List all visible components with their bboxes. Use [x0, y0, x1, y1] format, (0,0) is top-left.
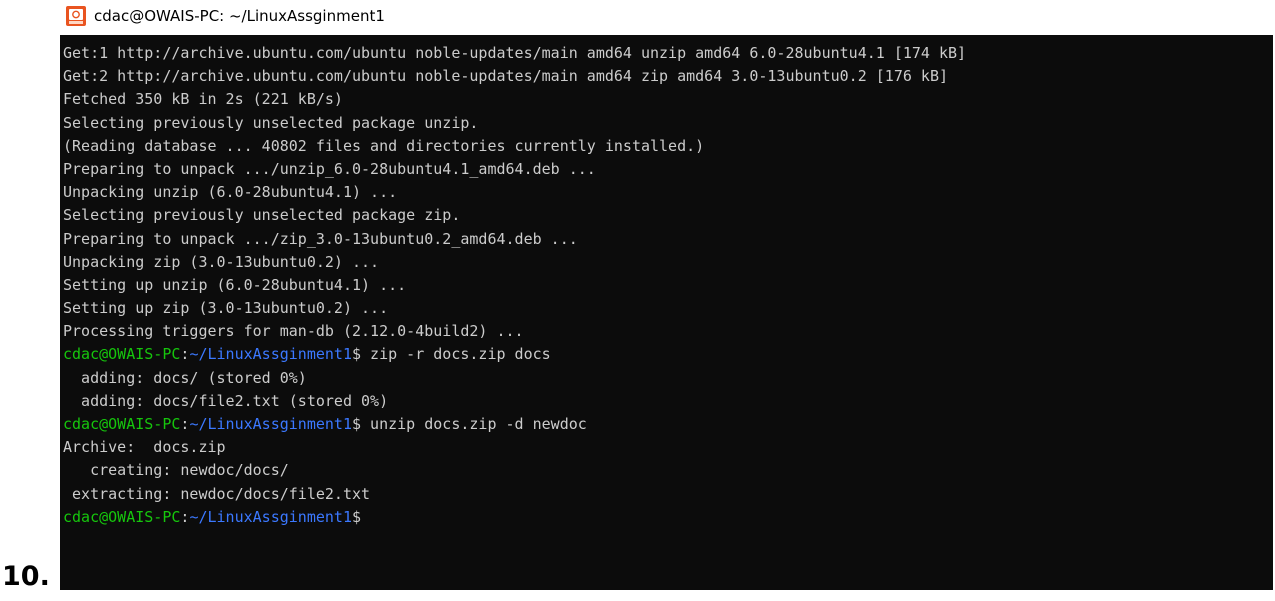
terminal-output-line: adding: docs/ (stored 0%) — [63, 368, 307, 387]
terminal-output-line: Archive: docs.zip — [63, 438, 226, 457]
terminal-output-line: Selecting previously unselected package … — [63, 206, 461, 225]
terminal-output-line: (Reading database ... 40802 files and di… — [63, 136, 705, 155]
prompt-symbol: $ — [352, 415, 362, 433]
terminal-output-line: Preparing to unpack .../unzip_6.0-28ubun… — [63, 159, 596, 178]
command-text: unzip docs.zip -d newdoc — [361, 415, 587, 433]
command-line: cdac@OWAIS-PC:~/LinuxAssginment1$ unzip … — [63, 413, 1273, 436]
prompt-user-host: cdac@OWAIS-PC — [63, 507, 181, 526]
prompt-symbol: $ — [352, 345, 362, 364]
terminal-cursor — [361, 507, 362, 522]
terminal-output-line: Get:1 http://archive.ubuntu.com/ubuntu n… — [63, 44, 967, 62]
terminal-output-line: adding: docs/file2.txt (stored 0%) — [63, 391, 389, 410]
step-number: 10. — [2, 561, 50, 592]
terminal-output-line: Setting up unzip (6.0-28ubuntu4.1) ... — [63, 275, 407, 294]
terminal-output-line: Unpacking unzip (6.0-28ubuntu4.1) ... — [63, 183, 398, 202]
command-text: zip -r docs.zip docs — [361, 345, 551, 364]
terminal-screen[interactable]: Get:1 http://archive.ubuntu.com/ubuntu n… — [60, 35, 1273, 590]
prompt-path: ~/LinuxAssginment1 — [189, 507, 352, 526]
prompt-symbol: $ — [352, 507, 362, 526]
prompt-path: ~/LinuxAssginment1 — [189, 415, 352, 433]
active-prompt-line[interactable]: cdac@OWAIS-PC:~/LinuxAssginment1$ — [63, 506, 1273, 529]
terminal-output-line: Selecting previously unselected package … — [63, 113, 479, 132]
window-title: cdac@OWAIS-PC: ~/LinuxAssginment1 — [94, 7, 385, 25]
prompt-path: ~/LinuxAssginment1 — [189, 345, 352, 364]
ubuntu-terminal-icon — [66, 6, 86, 26]
terminal-output-line: Preparing to unpack .../zip_3.0-13ubuntu… — [63, 229, 578, 248]
prompt-user-host: cdac@OWAIS-PC — [63, 415, 181, 433]
terminal-output-line: extracting: newdoc/docs/file2.txt — [63, 484, 371, 503]
terminal-output-line: Get:2 http://archive.ubuntu.com/ubuntu n… — [63, 67, 949, 86]
terminal-output-line: Setting up zip (3.0-13ubuntu0.2) ... — [63, 299, 389, 318]
prompt-user-host: cdac@OWAIS-PC — [63, 345, 181, 364]
terminal-output-line: Processing triggers for man-db (2.12.0-4… — [63, 322, 524, 341]
terminal-output-line: Fetched 350 kB in 2s (221 kB/s) — [63, 90, 343, 109]
window-titlebar[interactable]: cdac@OWAIS-PC: ~/LinuxAssginment1 — [60, 0, 1275, 32]
command-line: cdac@OWAIS-PC:~/LinuxAssginment1$ zip -r… — [63, 343, 1273, 366]
terminal-output-line: Unpacking zip (3.0-13ubuntu0.2) ... — [63, 252, 380, 271]
terminal-output-line: creating: newdoc/docs/ — [63, 461, 289, 480]
